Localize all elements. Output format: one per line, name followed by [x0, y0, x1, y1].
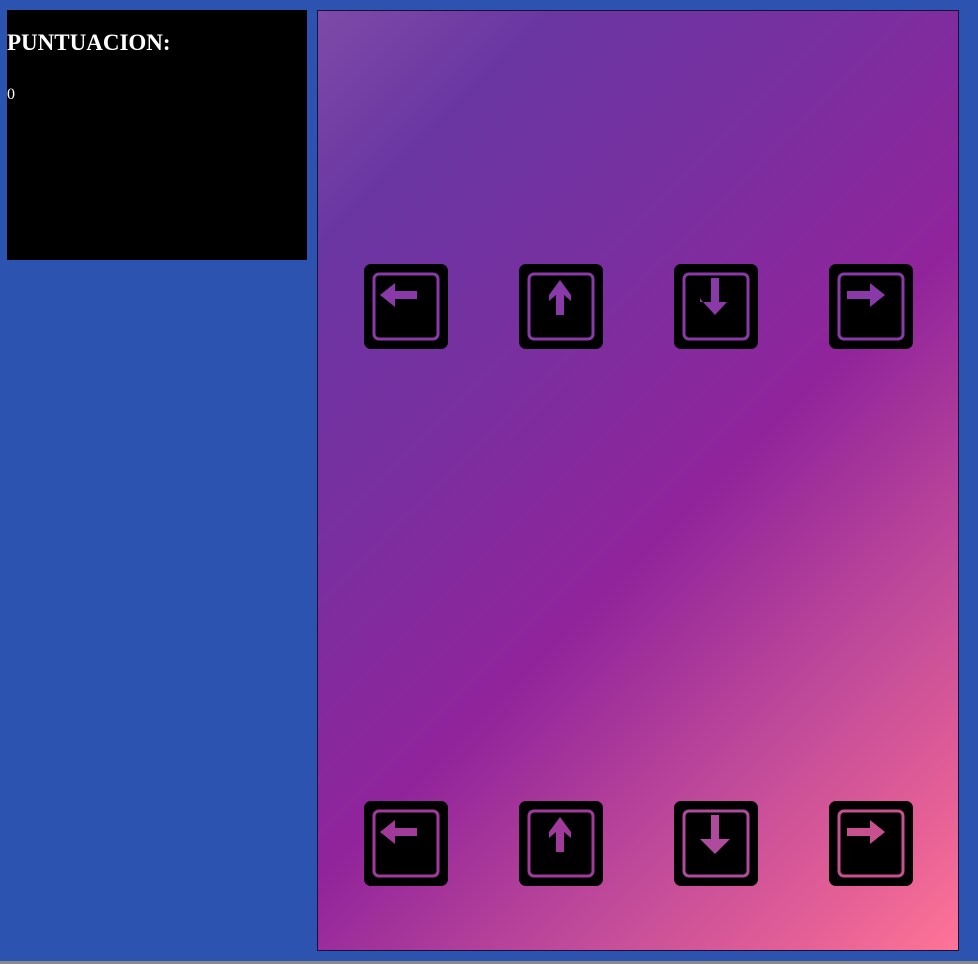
target-right-key	[829, 264, 913, 349]
note-down-key	[674, 801, 758, 886]
target-down-key	[674, 264, 758, 349]
down-arrow-icon	[682, 809, 750, 878]
down-arrow-icon	[682, 272, 750, 341]
note-up-key	[519, 801, 603, 886]
game-board	[317, 10, 959, 951]
score-title: PUNTUACION:	[7, 30, 171, 55]
right-arrow-icon	[837, 809, 905, 878]
left-arrow-icon	[372, 272, 440, 341]
score-value: 0	[7, 86, 15, 103]
note-left-key	[364, 801, 448, 886]
note-right-key	[829, 801, 913, 886]
target-left-key	[364, 264, 448, 349]
score-panel: PUNTUACION: 0	[7, 10, 307, 260]
target-up-key	[519, 264, 603, 349]
left-arrow-icon	[372, 809, 440, 878]
up-arrow-icon	[527, 272, 595, 341]
up-arrow-icon	[527, 809, 595, 878]
right-arrow-icon	[837, 272, 905, 341]
